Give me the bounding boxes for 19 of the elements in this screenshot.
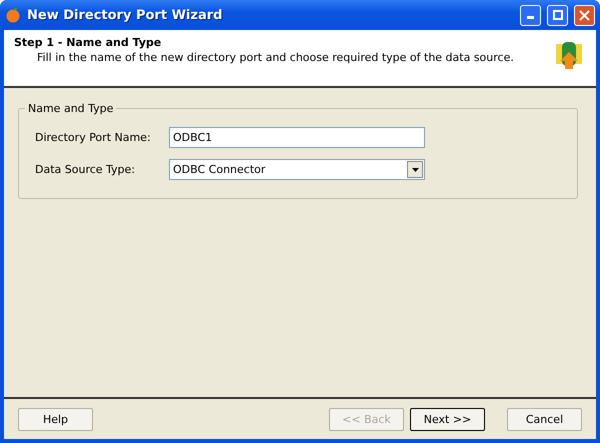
field-label: Data Source Type: [35, 163, 136, 176]
maximize-button[interactable] [547, 4, 568, 26]
help-button[interactable]: Help [18, 408, 93, 430]
minimize-button[interactable] [520, 4, 541, 26]
group-title: Name and Type [27, 102, 114, 115]
close-icon [579, 10, 590, 20]
step-description: Fill in the name of the new directory port and choose required type of the data source. [36, 51, 515, 64]
window-title: New Directory Port Wizard [27, 8, 224, 22]
app-icon [5, 7, 21, 23]
field-label: Directory Port Name: [35, 131, 152, 144]
database-arrow-icon [556, 40, 582, 70]
type-dropdown[interactable]: ODBC Connector [169, 159, 425, 180]
dropdown-arrow-icon [412, 168, 418, 172]
cancel-button[interactable]: Cancel [507, 408, 582, 430]
maximize-icon [552, 10, 562, 20]
name-field[interactable]: ODBC1 [169, 127, 425, 148]
step-title: Step 1 - Name and Type [14, 36, 162, 49]
close-button[interactable] [574, 4, 595, 26]
next-button[interactable]: Next >> [410, 408, 485, 430]
